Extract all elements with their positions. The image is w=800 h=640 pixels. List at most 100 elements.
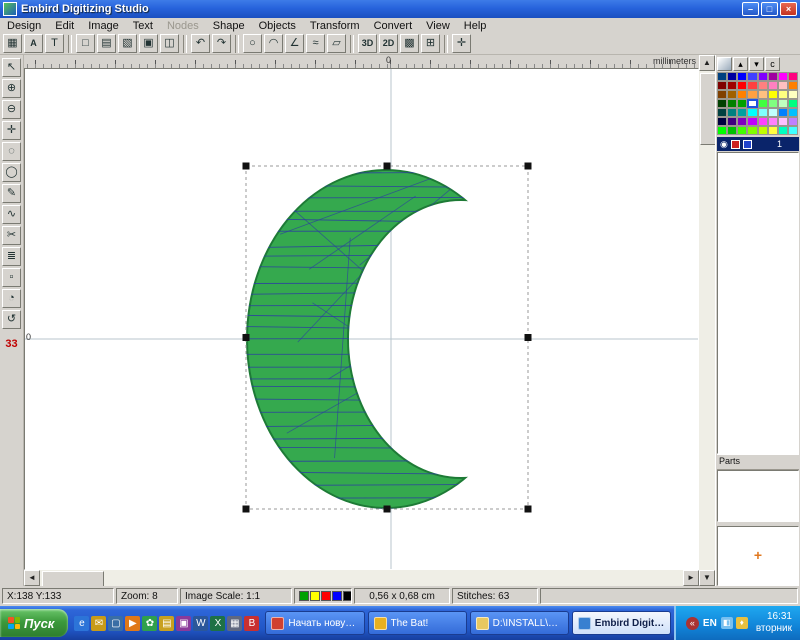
start-button[interactable]: Пуск [0,609,68,637]
quick-launch-desktop[interactable]: ▢ [108,616,123,631]
visibility-eye-icon[interactable]: ◉ [720,139,728,150]
node-edit-tool[interactable]: ▫ [2,268,21,287]
palette-color-39[interactable] [788,108,798,117]
scroll-up-button[interactable]: ▲ [699,55,715,71]
horizontal-scroll-track[interactable] [40,570,683,586]
knife-tool[interactable]: ✂ [2,226,21,245]
minimize-button[interactable]: – [742,2,759,16]
selection-handle[interactable] [525,506,532,513]
center-marker-button[interactable]: ✛ [452,34,471,53]
palette-color-55[interactable] [788,126,798,135]
palette-color-36[interactable] [758,108,768,117]
quick-launch-editor[interactable]: ▣ [176,616,191,631]
palette-color-16[interactable] [717,90,727,99]
menu-convert[interactable]: Convert [367,19,420,33]
palette-color-12[interactable] [758,81,768,90]
palette-color-37[interactable] [768,108,778,117]
quick-launch-bat[interactable]: B [244,616,259,631]
lasso-tool[interactable]: ◌ [2,142,21,161]
palette-color-0[interactable] [717,72,727,81]
tray-display-icon[interactable]: ◧ [721,617,733,629]
scroll-right-button[interactable]: ► [683,570,699,586]
view-3d-button[interactable]: 3D [358,34,377,53]
palette-color-19[interactable] [747,90,757,99]
stitch-view-button[interactable]: ▩ [400,34,419,53]
palette-color-28[interactable] [758,99,768,108]
selection-handle[interactable] [525,334,532,341]
palette-color-33[interactable] [727,108,737,117]
palette-color-21[interactable] [768,90,778,99]
selection-handle[interactable] [384,163,391,170]
quick-launch-media[interactable]: ▶ [125,616,140,631]
menu-view[interactable]: View [419,19,457,33]
palette-color-24[interactable] [717,99,727,108]
selection-handle[interactable] [243,334,250,341]
maximize-button[interactable]: □ [761,2,778,16]
object-list-row[interactable]: ◉ 1 [717,137,799,151]
menu-design[interactable]: Design [0,19,48,33]
new-design-button[interactable]: □ [76,34,95,53]
lettering-button[interactable]: A [24,34,43,53]
quick-launch-tools[interactable]: ▦ [227,616,242,631]
menu-objects[interactable]: Objects [252,19,303,33]
palette-color-51[interactable] [747,126,757,135]
vertical-scrollbar[interactable]: ▲ ▼ [699,55,715,586]
menu-help[interactable]: Help [457,19,494,33]
menu-edit[interactable]: Edit [48,19,81,33]
palette-color-48[interactable] [717,126,727,135]
palette-color-46[interactable] [778,117,788,126]
bezier-tool[interactable]: ∿ [2,205,21,224]
scroll-down-button[interactable]: ▼ [699,570,715,586]
horizontal-scrollbar[interactable]: ◄ ► [24,570,699,586]
palette-color-20[interactable] [758,90,768,99]
parts-list-area[interactable] [717,470,799,522]
palette-color-40[interactable] [717,117,727,126]
horizontal-scroll-thumb[interactable] [42,571,104,587]
selection-handle[interactable] [243,163,250,170]
palette-color-30[interactable] [778,99,788,108]
palette-color-31[interactable] [788,99,798,108]
design-grid-button[interactable]: ▦ [3,34,22,53]
text-tool-button[interactable]: T [45,34,64,53]
angle-shape-button[interactable]: ∠ [285,34,304,53]
task-button-0[interactable]: Начать новую тему :: В... [265,611,364,635]
quick-launch-folder[interactable]: ▤ [159,616,174,631]
palette-color-42[interactable] [737,117,747,126]
tray-collapse-icon[interactable]: « [686,617,699,630]
palette-color-7[interactable] [788,72,798,81]
menu-shape[interactable]: Shape [206,19,252,33]
palette-color-34[interactable] [737,108,747,117]
palette-color-17[interactable] [727,90,737,99]
open-design-button[interactable]: ▤ [97,34,116,53]
palette-color-38[interactable] [778,108,788,117]
grid-toggle-button[interactable]: ⊞ [421,34,440,53]
zoom-in-tool[interactable]: ⊕ [2,79,21,98]
arc-tool[interactable]: ◔ [2,289,21,308]
view-2d-button[interactable]: 2D [379,34,398,53]
task-button-2[interactable]: D:\INSTALL\Разное\Embird [470,611,569,635]
palette-color-26[interactable] [737,99,747,108]
selection-handle[interactable] [243,506,250,513]
palette-color-4[interactable] [758,72,768,81]
arc-shape-button[interactable]: ◠ [264,34,283,53]
vertical-scroll-track[interactable] [699,71,715,570]
design-canvas[interactable]: 0 [24,68,699,570]
selection-handle[interactable] [384,506,391,513]
palette-color-15[interactable] [788,81,798,90]
fill-tool[interactable]: ≣ [2,247,21,266]
palette-color-29[interactable] [768,99,778,108]
preview-area[interactable]: + [717,526,799,586]
palette-color-1[interactable] [727,72,737,81]
palette-color-9[interactable] [727,81,737,90]
export-button[interactable]: ◫ [160,34,179,53]
language-indicator[interactable]: EN [703,618,717,629]
selection-handle[interactable] [525,163,532,170]
ellipse-tool[interactable]: ◯ [2,163,21,182]
palette-color-3[interactable] [747,72,757,81]
wave-shape-button[interactable]: ≈ [306,34,325,53]
quick-launch-excel[interactable]: X [210,616,225,631]
palette-color-43[interactable] [747,117,757,126]
redo-button[interactable]: ↷ [212,34,231,53]
palette-color-54[interactable] [778,126,788,135]
palette-color-47[interactable] [788,117,798,126]
